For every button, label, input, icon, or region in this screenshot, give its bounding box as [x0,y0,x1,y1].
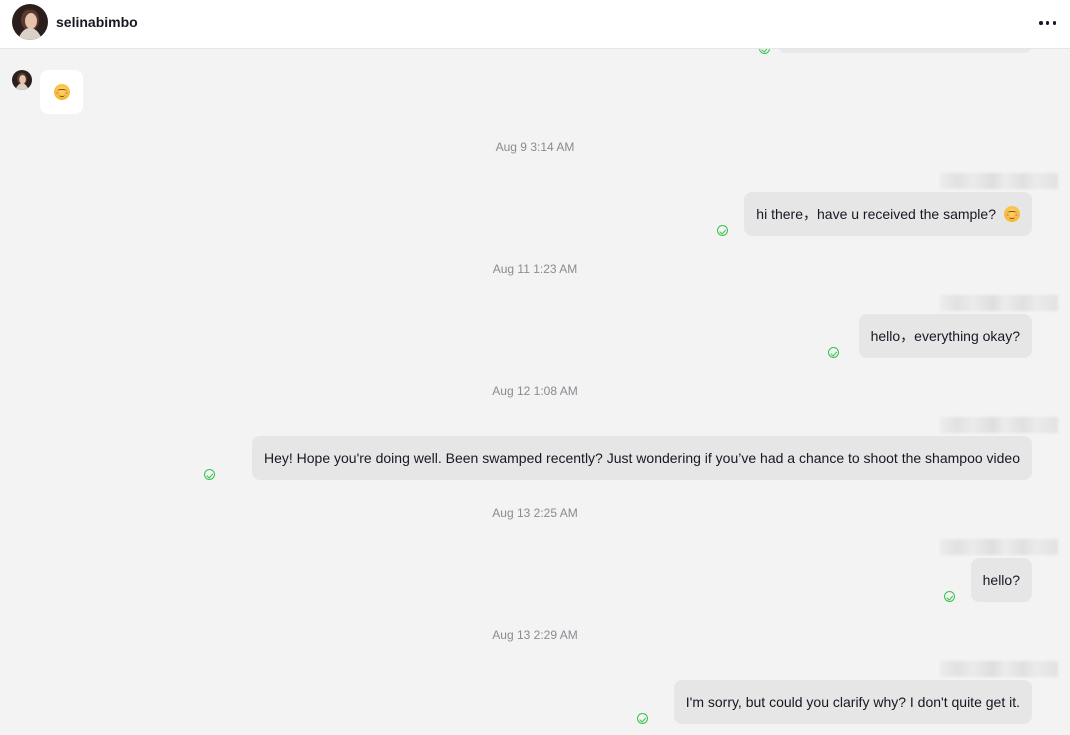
incoming-message-bubble [40,70,83,114]
smiling-face-with-hearts-icon [1004,206,1020,222]
read-check-icon [637,713,648,724]
blurred-sender-label [940,417,1058,433]
outgoing-message-bubble: hello? [970,558,1032,602]
avatar[interactable] [12,70,32,90]
message-text: Hey! Hope you're doing well. Been swampe… [263,450,1020,466]
blurred-sender-label [940,661,1058,677]
outgoing-message-bubble: I'm sorry, but could you clarify why? I … [673,680,1032,724]
avatar[interactable] [12,4,48,40]
message-text: hello? [982,572,1020,588]
smiling-face-with-hearts-icon [53,84,70,100]
read-check-icon [828,347,839,358]
blurred-sender-label [940,173,1058,189]
message-timestamp: Aug 11 1:23 AM [492,262,578,276]
blurred-sender-label [940,295,1058,311]
outgoing-message-bubble: hi there，have u received the sample? [744,192,1032,236]
outgoing-message-bubble: hello，everything okay? [858,314,1032,358]
outgoing-message-bubble [778,49,1032,53]
read-check-icon [944,591,955,602]
message-timestamp: Aug 13 2:25 AM [492,506,578,520]
read-check-icon [717,225,728,236]
message-timestamp: Aug 12 1:08 AM [492,384,578,398]
message-text: hi there，have u received the sample? [756,206,996,222]
more-options-icon[interactable] [1039,13,1056,33]
read-check-icon [204,469,215,480]
message-text: I'm sorry, but could you clarify why? I … [685,694,1020,710]
blurred-sender-label [940,539,1058,555]
read-check-icon [759,49,770,54]
chat-username[interactable]: selinabimbo [56,14,138,30]
chat-header: selinabimbo [0,0,1070,49]
message-timestamp: Aug 13 2:29 AM [492,628,578,642]
message-text: hello，everything okay? [870,328,1020,344]
outgoing-message-bubble: Hey! Hope you're doing well. Been swampe… [251,436,1032,480]
message-list[interactable]: Aug 9 3:14 AM hi there，have u received t… [0,49,1070,735]
message-timestamp: Aug 9 3:14 AM [495,140,575,154]
